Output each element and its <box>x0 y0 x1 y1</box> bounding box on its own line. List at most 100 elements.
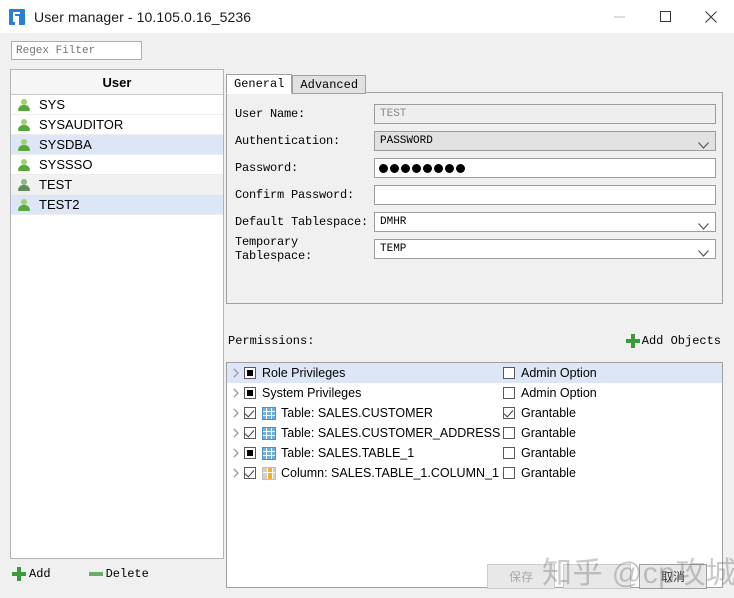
password-dot <box>412 163 421 173</box>
user-column-header: User <box>11 70 223 95</box>
user-list-item[interactable]: SYS <box>11 95 223 115</box>
permissions-header: Permissions: Add Objects <box>228 334 721 348</box>
user-icon <box>17 138 31 152</box>
user-icon <box>17 118 31 132</box>
field-row-password: Password: <box>235 157 722 179</box>
user-icon <box>17 178 31 192</box>
authentication-label: Authentication: <box>235 134 341 148</box>
general-form: User Name: Authentication: PASSWORD Pass… <box>226 92 723 304</box>
regex-filter-input[interactable] <box>11 41 142 60</box>
user-name-input[interactable] <box>374 104 716 124</box>
chevron-down-icon <box>698 246 709 264</box>
permission-option: Grantable <box>503 446 576 460</box>
tab-general[interactable]: General <box>226 74 293 94</box>
chevron-right-icon[interactable] <box>227 388 244 398</box>
user-name-label: TEST <box>39 177 73 192</box>
chevron-down-icon <box>698 138 709 156</box>
user-icon <box>17 158 31 172</box>
add-objects-button[interactable]: Add Objects <box>625 334 721 348</box>
permission-option-checkbox[interactable] <box>503 467 515 479</box>
table-icon <box>262 426 276 440</box>
password-dot <box>390 163 399 173</box>
permission-checkbox[interactable] <box>244 407 256 419</box>
chevron-right-icon[interactable] <box>227 368 244 378</box>
confirm-password-input[interactable] <box>374 185 716 205</box>
user-list-item[interactable]: SYSSSO <box>11 155 223 175</box>
permission-name: Table: SALES.CUSTOMER <box>281 406 433 420</box>
permission-name: Role Privileges <box>262 366 346 380</box>
detail-panel: General Advanced User Name: Authenticati… <box>226 33 734 598</box>
window-title: User manager - 10.105.0.16_5236 <box>34 8 252 25</box>
field-row-default-tablespace: Default Tablespace: DMHR <box>235 211 722 233</box>
password-dot <box>379 163 388 173</box>
cancel-button[interactable]: 取消 <box>639 564 707 589</box>
permission-name: Table: SALES.TABLE_1 <box>281 446 415 460</box>
chevron-right-icon[interactable] <box>227 468 244 478</box>
permission-checkbox[interactable] <box>244 447 256 459</box>
user-list-item[interactable]: TEST <box>11 175 223 195</box>
field-row-temporary-tablespace: Temporary Tablespace: TEMP <box>235 235 722 263</box>
user-table: User SYS SYSAUDITOR SYSDBA SYSSSO TEST TEST2 <box>10 69 224 559</box>
permissions-label: Permissions: <box>228 334 315 348</box>
password-label: Password: <box>235 161 299 175</box>
save-button[interactable]: 保存 <box>487 564 555 589</box>
plus-icon <box>625 334 640 348</box>
middle-button[interactable] <box>563 564 631 589</box>
permission-option-checkbox[interactable] <box>503 367 515 379</box>
permission-option-label: Grantable <box>521 406 576 420</box>
user-name-label: SYSSSO <box>39 157 93 172</box>
user-name-label: SYSDBA <box>39 137 92 152</box>
chevron-down-icon <box>698 219 709 237</box>
permission-option: Grantable <box>503 426 576 440</box>
add-objects-label: Add Objects <box>641 334 721 348</box>
column-icon <box>262 466 276 480</box>
user-list-item[interactable]: SYSAUDITOR <box>11 115 223 135</box>
temporary-tablespace-select[interactable]: TEMP <box>374 239 716 259</box>
tab-advanced[interactable]: Advanced <box>292 75 367 94</box>
default-tablespace-select[interactable]: DMHR <box>374 212 716 232</box>
permission-checkbox[interactable] <box>244 367 256 379</box>
permission-option-label: Grantable <box>521 446 576 460</box>
chevron-right-icon[interactable] <box>227 428 244 438</box>
permission-checkbox[interactable] <box>244 467 256 479</box>
permission-option-label: Grantable <box>521 466 576 480</box>
table-icon <box>262 446 276 460</box>
confirm-password-label: Confirm Password: <box>235 188 355 202</box>
permission-row[interactable]: Table: SALES.CUSTOMER_ADDRESS Grantable <box>227 423 722 443</box>
permission-option-checkbox[interactable] <box>503 387 515 399</box>
permission-row[interactable]: Table: SALES.TABLE_1 Grantable <box>227 443 722 463</box>
permission-option-checkbox[interactable] <box>503 407 515 419</box>
permission-row[interactable]: Role Privileges Admin Option <box>227 363 722 383</box>
user-rows: SYS SYSAUDITOR SYSDBA SYSSSO TEST TEST2 <box>11 95 223 215</box>
password-input[interactable] <box>374 158 716 178</box>
permission-option-label: Grantable <box>521 426 576 440</box>
tab-bar: General Advanced <box>226 74 367 94</box>
permissions-tree: Role Privileges Admin Option System Privil… <box>226 362 723 588</box>
user-name-label: SYSAUDITOR <box>39 117 124 132</box>
user-icon <box>17 98 31 112</box>
field-row-confirm-password: Confirm Password: <box>235 184 722 206</box>
minimize-icon[interactable] <box>596 0 642 33</box>
password-dot <box>434 163 443 173</box>
user-list-item[interactable]: SYSDBA <box>11 135 223 155</box>
chevron-right-icon[interactable] <box>227 448 244 458</box>
permission-option-checkbox[interactable] <box>503 447 515 459</box>
permission-rows: Role Privileges Admin Option System Privil… <box>227 363 722 483</box>
permission-checkbox[interactable] <box>244 387 256 399</box>
maximize-icon[interactable] <box>642 0 688 33</box>
app-icon <box>9 8 25 25</box>
permission-row[interactable]: System Privileges Admin Option <box>227 383 722 403</box>
close-icon[interactable] <box>688 0 734 33</box>
permission-option-label: Admin Option <box>521 366 597 380</box>
password-dot <box>423 163 432 173</box>
password-dot <box>456 163 465 173</box>
permission-row[interactable]: Table: SALES.CUSTOMER Grantable <box>227 403 722 423</box>
permission-row[interactable]: Column: SALES.TABLE_1.COLUMN_1 Grantable <box>227 463 722 483</box>
permission-option-checkbox[interactable] <box>503 427 515 439</box>
user-list-item[interactable]: TEST2 <box>11 195 223 215</box>
permission-option: Admin Option <box>503 366 597 380</box>
permission-checkbox[interactable] <box>244 427 256 439</box>
chevron-right-icon[interactable] <box>227 408 244 418</box>
authentication-select[interactable]: PASSWORD <box>374 131 716 151</box>
temporary-tablespace-value: TEMP <box>380 243 407 255</box>
